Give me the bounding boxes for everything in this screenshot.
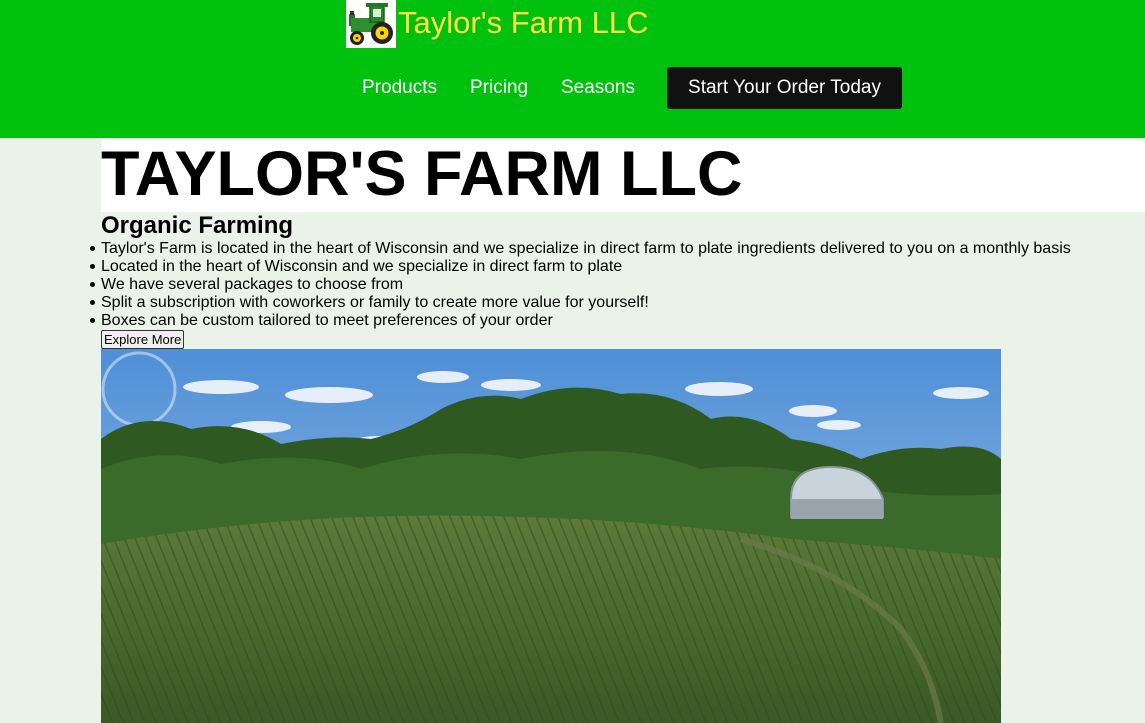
list-item: Taylor's Farm is located in the heart of… <box>90 240 1071 257</box>
list-item: Boxes can be custom tailored to meet pre… <box>90 312 1071 330</box>
brand-name[interactable]: Taylor's Farm LLC <box>398 5 649 41</box>
explore-more-button[interactable]: Explore More <box>101 330 185 349</box>
nav-link-products[interactable]: Products <box>362 77 437 99</box>
feature-list: Taylor's Farm is located in the heart of… <box>90 240 1071 330</box>
nav-link-seasons[interactable]: Seasons <box>561 77 635 99</box>
page-title: TAYLOR'S FARM LLC <box>101 139 743 209</box>
list-item: We have several packages to choose from <box>90 276 1071 294</box>
farm-photo <box>101 349 1001 723</box>
top-nav-bar: Taylor's Farm LLC Products Pricing Seaso… <box>0 0 1145 138</box>
list-item: Split a subscription with coworkers or f… <box>90 294 1071 312</box>
section-subtitle: Organic Farming <box>101 212 294 239</box>
start-order-button[interactable]: Start Your Order Today <box>667 67 902 109</box>
nav-link-pricing[interactable]: Pricing <box>470 77 528 99</box>
tractor-icon[interactable] <box>346 0 396 48</box>
list-item: Located in the heart of Wisconsin and we… <box>90 258 1071 276</box>
